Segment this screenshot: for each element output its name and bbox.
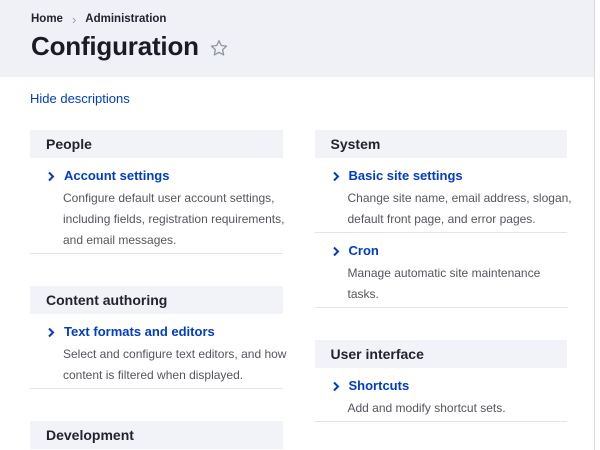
basic-site-settings-link[interactable]: Basic site settings xyxy=(331,168,568,184)
chevron-right-icon xyxy=(331,246,341,257)
panel-title-system: System xyxy=(315,130,568,158)
panel-system: System Basic site settings Change site n… xyxy=(315,130,568,308)
chevron-right-icon xyxy=(331,171,341,182)
page-header-band: Home › Administration Configuration xyxy=(0,0,594,77)
panel-user-interface: User interface Shortcuts Add and modify … xyxy=(315,340,568,422)
chevron-right-icon xyxy=(46,171,56,182)
config-link-label: Shortcuts xyxy=(349,378,410,394)
config-item: Account settings Configure default user … xyxy=(30,168,283,251)
column-right: System Basic site settings Change site n… xyxy=(315,130,568,450)
divider xyxy=(315,232,568,233)
panel-people: People Account settings Configure defaul… xyxy=(30,130,283,254)
config-item: Text formats and editors Select and conf… xyxy=(30,324,283,386)
chevron-right-icon xyxy=(46,327,56,338)
config-item-description: Select and configure text editors, and h… xyxy=(63,344,288,386)
account-settings-link[interactable]: Account settings xyxy=(46,168,283,184)
chevron-right-icon xyxy=(331,381,341,392)
breadcrumb-separator-icon: › xyxy=(72,12,76,26)
panel-content-authoring: Content authoring Text formats and edito… xyxy=(30,286,283,389)
panel-title-content-authoring: Content authoring xyxy=(30,286,283,314)
divider xyxy=(30,253,283,254)
breadcrumb-administration-link[interactable]: Administration xyxy=(85,13,166,25)
config-item-description: Manage automatic site maintenance tasks. xyxy=(348,263,573,305)
panel-development: Development xyxy=(30,421,283,449)
title-row: Configuration xyxy=(31,31,562,62)
config-item-description: Add and modify shortcut sets. xyxy=(348,398,573,419)
page: Home › Administration Configuration Hide… xyxy=(0,0,595,450)
page-title: Configuration xyxy=(31,31,199,62)
breadcrumb-home-link[interactable]: Home xyxy=(31,13,63,25)
config-columns: People Account settings Configure defaul… xyxy=(30,130,567,450)
config-link-label: Account settings xyxy=(64,168,169,184)
config-item: Basic site settings Change site name, em… xyxy=(315,168,568,230)
panel-title-user-interface: User interface xyxy=(315,340,568,368)
panel-title-development: Development xyxy=(30,421,283,449)
config-item-description: Configure default user account settings,… xyxy=(63,188,288,251)
text-formats-and-editors-link[interactable]: Text formats and editors xyxy=(46,324,283,340)
config-link-label: Basic site settings xyxy=(349,168,463,184)
config-item: Cron Manage automatic site maintenance t… xyxy=(315,243,568,305)
star-outline-icon[interactable] xyxy=(209,38,229,58)
divider xyxy=(30,388,283,389)
divider xyxy=(315,307,568,308)
config-link-label: Cron xyxy=(349,243,379,259)
config-item-description: Change site name, email address, slogan,… xyxy=(348,188,573,230)
config-link-label: Text formats and editors xyxy=(64,324,215,340)
cron-link[interactable]: Cron xyxy=(331,243,568,259)
config-item: Shortcuts Add and modify shortcut sets. xyxy=(315,378,568,419)
shortcuts-link[interactable]: Shortcuts xyxy=(331,378,568,394)
panel-title-people: People xyxy=(30,130,283,158)
column-left: People Account settings Configure defaul… xyxy=(30,130,283,450)
divider xyxy=(315,421,568,422)
breadcrumb: Home › Administration xyxy=(31,12,562,26)
hide-descriptions-link[interactable]: Hide descriptions xyxy=(30,91,130,106)
content-area: Hide descriptions People Account setting… xyxy=(0,77,594,450)
